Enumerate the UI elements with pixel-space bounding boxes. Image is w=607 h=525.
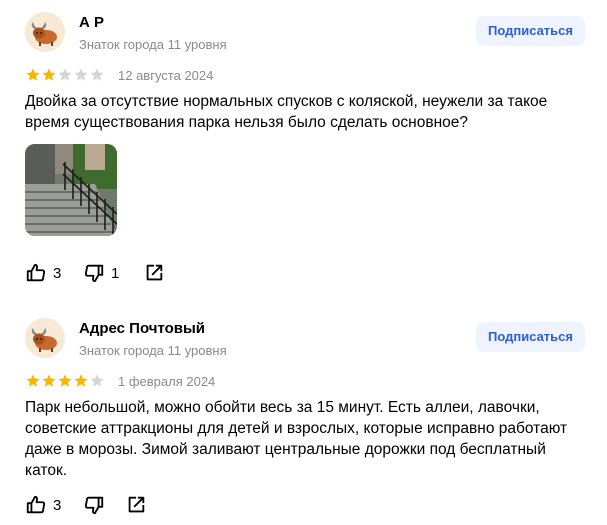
thumbs-up-icon xyxy=(26,495,46,514)
dislike-count: 1 xyxy=(111,264,120,282)
share-button[interactable] xyxy=(125,493,147,517)
like-button[interactable]: 3 xyxy=(25,493,61,517)
star-empty-icon xyxy=(90,68,104,81)
yak-avatar-icon xyxy=(25,318,65,358)
star-filled-icon xyxy=(42,68,56,81)
star-empty-icon xyxy=(74,68,88,81)
review-date: 12 августа 2024 xyxy=(118,68,214,83)
avatar[interactable] xyxy=(25,12,65,52)
author-level: Знаток города 11 уровня xyxy=(79,37,227,52)
review-text: Двойка за отсутствие нормальных спусков … xyxy=(25,93,548,131)
review-photo[interactable] xyxy=(25,144,117,236)
share-button[interactable] xyxy=(143,261,165,285)
star-empty-icon xyxy=(90,374,104,387)
review-text: Парк небольшой, можно обойти весь за 15 … xyxy=(25,399,568,479)
author-name[interactable]: Адрес Почтовый xyxy=(79,320,205,337)
thumbs-down-icon xyxy=(84,496,104,515)
like-count: 3 xyxy=(53,264,62,282)
yak-avatar-icon xyxy=(25,12,65,52)
avatar[interactable] xyxy=(25,318,65,358)
dislike-button[interactable] xyxy=(83,493,105,517)
share-icon xyxy=(146,264,163,281)
star-empty-icon xyxy=(58,68,72,81)
subscribe-button[interactable]: Подписаться xyxy=(476,322,585,352)
review-date: 1 февраля 2024 xyxy=(118,374,216,389)
author-name[interactable]: А Р xyxy=(79,14,104,31)
star-filled-icon xyxy=(58,374,72,387)
stairs-photo-image xyxy=(25,144,117,236)
star-filled-icon xyxy=(26,374,40,387)
share-icon xyxy=(128,496,145,513)
star-filled-icon xyxy=(74,374,88,387)
subscribe-button[interactable]: Подписаться xyxy=(476,16,585,46)
thumbs-down-icon xyxy=(84,264,104,283)
dislike-button[interactable]: 1 xyxy=(83,261,119,285)
thumbs-up-icon xyxy=(26,263,46,282)
star-filled-icon xyxy=(42,374,56,387)
author-level: Знаток города 11 уровня xyxy=(79,343,227,358)
star-filled-icon xyxy=(26,68,40,81)
like-count: 3 xyxy=(53,496,62,514)
like-button[interactable]: 3 xyxy=(25,261,61,285)
